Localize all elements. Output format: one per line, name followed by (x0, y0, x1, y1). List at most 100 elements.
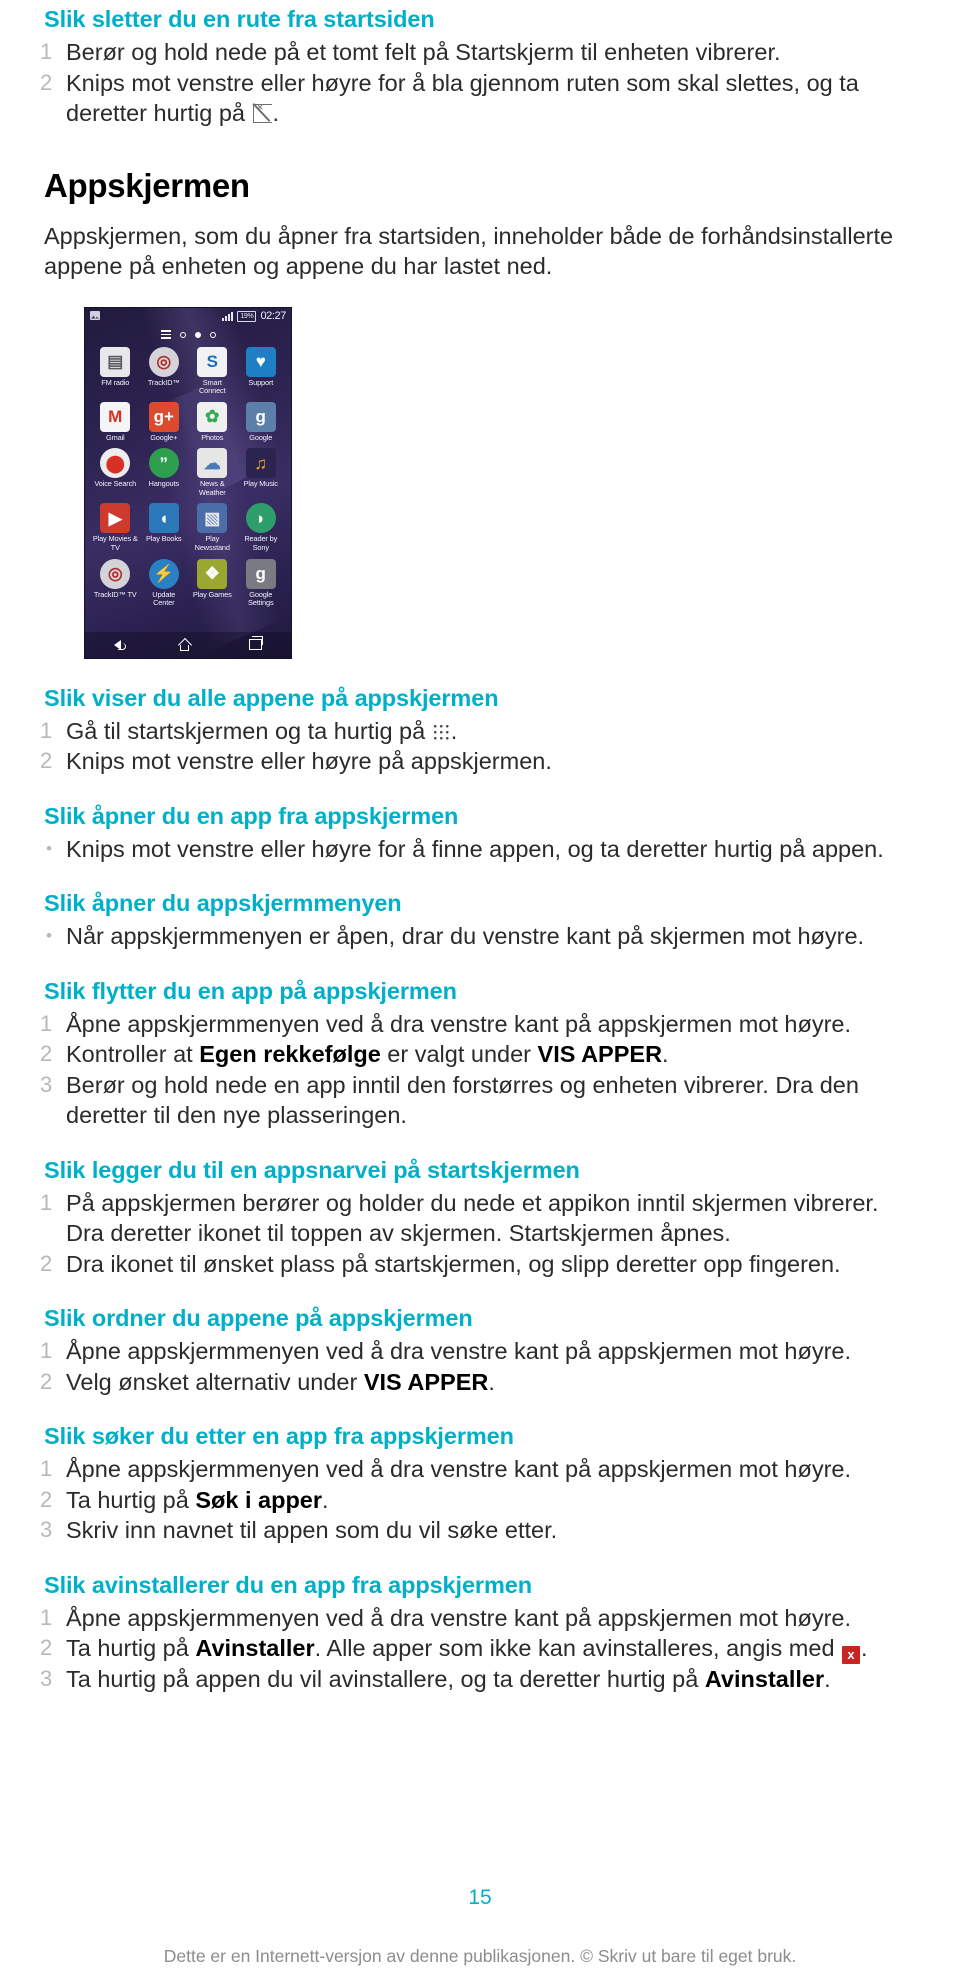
step-text-post: . (272, 100, 280, 126)
app-cell[interactable]: ⬤ Voice Search (91, 448, 140, 497)
step-item: 2 Knips mot venstre eller høyre på appsk… (40, 746, 920, 777)
section-heading: Slik viser du alle appene på appskjermen (44, 684, 499, 711)
app-cell[interactable]: M Gmail (91, 401, 140, 443)
app-label: Gmail (105, 432, 125, 442)
app-icon[interactable]: S (197, 346, 228, 377)
step-text-post: . (322, 1486, 329, 1513)
app-icon[interactable]: ◎ (148, 346, 179, 377)
section-heading: Slik flytter du en app på appskjermen (44, 977, 457, 1004)
app-icon[interactable]: ⬤ (100, 448, 131, 479)
emphasis-term: Søk i apper (195, 1486, 323, 1513)
emphasis-term: Avinstaller (704, 1666, 825, 1692)
section-heading: Slik åpner du appskjermmenyen (44, 890, 402, 916)
app-label: Reader by Sony (244, 534, 278, 553)
pager-dot-active[interactable] (194, 331, 201, 338)
phone-nav-bar (85, 631, 291, 658)
hamburger-icon[interactable] (160, 330, 171, 339)
step-item: 1 Berør og hold nede på et tomt felt på … (40, 37, 920, 68)
step-text: Berør og hold nede på et tomt felt på St… (66, 39, 781, 65)
step-item: 3 Skriv inn navnet til appen som du vil … (40, 1515, 920, 1546)
app-icon[interactable]: ◎ (100, 558, 131, 589)
app-icon[interactable]: ☁ (197, 448, 228, 479)
app-icon[interactable]: ⚡ (148, 558, 179, 589)
app-cell[interactable]: ❖ Play Games (188, 558, 237, 608)
section-heading: Slik åpner du en app fra appskjermen (44, 802, 459, 829)
app-icon[interactable]: g (245, 401, 276, 432)
app-icon[interactable]: ▶ (100, 503, 131, 534)
step-text: Knips mot venstre eller høyre for å bla … (66, 68, 920, 129)
app-icon[interactable]: M (100, 401, 131, 432)
app-cell[interactable]: S Smart Connect (188, 346, 237, 396)
app-icon[interactable]: ♫ (245, 448, 276, 479)
photo-icon (90, 310, 100, 322)
app-label: News & Weather (198, 479, 226, 497)
step-marker: 1 (40, 1010, 53, 1036)
step-item: 2 Dra ikonet til ønsket plass på startsk… (40, 1249, 920, 1280)
step-text-post: . (824, 1666, 831, 1692)
step-marker: 2 (40, 1635, 53, 1660)
app-cell[interactable]: ♫ Play Music (237, 448, 286, 497)
app-cell[interactable]: ◖ Play Books (140, 503, 189, 552)
app-icon[interactable]: ♥ (245, 346, 276, 377)
step-marker: 2 (40, 748, 53, 773)
pager-dot[interactable] (209, 331, 216, 338)
app-cell[interactable]: ▤ FM radio (91, 346, 140, 396)
app-cell[interactable]: ◎ TrackID™ (140, 346, 189, 396)
app-label: Google Settings (247, 589, 274, 608)
app-icon[interactable]: g (245, 558, 276, 589)
step-text-post: . (488, 1368, 495, 1395)
home-icon[interactable] (178, 639, 191, 651)
app-cell[interactable]: g+ Google+ (140, 401, 189, 443)
app-cell[interactable]: g Google Settings (237, 558, 286, 608)
app-icon[interactable]: ✿ (197, 401, 228, 432)
step-text: Knips mot venstre eller høyre for å finn… (66, 835, 884, 862)
step-list: 1 Åpne appskjermmenyen ved å dra venstre… (40, 1454, 920, 1546)
app-icon[interactable]: ❖ (197, 558, 228, 589)
step-text: Dra ikonet til ønsket plass på startskje… (66, 1250, 841, 1277)
section-vis-alle-apper: Slik viser du alle appene på appskjermen… (40, 685, 920, 777)
signal-bars-icon (222, 311, 234, 321)
step-text: Gå til startskjermen og ta hurtig på . (66, 716, 920, 747)
app-icon[interactable]: ◗ (245, 503, 276, 534)
app-cell[interactable]: g Google (237, 401, 286, 443)
back-icon[interactable] (113, 639, 126, 650)
app-cell[interactable]: ◗ Reader by Sony (237, 503, 286, 552)
step-item: 1 Åpne appskjermmenyen ved å dra venstre… (40, 1454, 920, 1485)
step-text-pre: Ta hurtig på appen du vil avinstallere, … (66, 1666, 705, 1692)
step-list: 1 Åpne appskjermmenyen ved å dra venstre… (40, 1009, 920, 1131)
app-cell[interactable]: ☁ News & Weather (188, 448, 237, 497)
app-label: Play Games (192, 589, 232, 599)
app-icon[interactable]: ” (148, 448, 179, 479)
step-text: Velg ønsket alternativ under VIS APPER. (66, 1367, 920, 1398)
app-icon[interactable]: ◖ (148, 503, 179, 534)
red-x-icon: x (842, 1646, 861, 1664)
step-text: Åpne appskjermmenyen ved å dra venstre k… (66, 1456, 852, 1482)
app-cell[interactable]: ” Hangouts (140, 448, 189, 497)
remove-panel-icon (252, 98, 272, 123)
battery-indicator: 19% (237, 310, 257, 322)
step-text-pre: Ta hurtig på (66, 1635, 196, 1661)
app-icon[interactable]: ▤ (100, 346, 131, 377)
step-text-post: . (662, 1041, 669, 1067)
section-heading: Slik ordner du appene på appskjermen (44, 1305, 473, 1331)
app-cell[interactable]: ▶ Play Movies & TV (91, 503, 140, 552)
app-label: Play Movies & TV (92, 534, 138, 553)
step-item: • Når appskjermmenyen er åpen, drar du v… (40, 921, 920, 952)
section-apne-app: Slik åpner du en app fra appskjermen • K… (40, 803, 920, 865)
app-cell[interactable]: ◎ TrackID™ TV (91, 558, 140, 608)
section-legg-til-snarvei: Slik legger du til en appsnarvei på star… (40, 1157, 920, 1280)
app-cell[interactable]: ✿ Photos (188, 401, 237, 443)
app-cell[interactable]: ▧ Play Newsstand (188, 503, 237, 552)
app-icon[interactable]: ▧ (197, 503, 228, 534)
app-icon[interactable]: g+ (148, 401, 179, 432)
pager-dot[interactable] (179, 331, 186, 338)
page-title: Appskjermen (44, 166, 250, 204)
recent-apps-icon[interactable] (249, 636, 264, 650)
step-list: 1 Gå til startskjermen og ta hurtig på .… (40, 716, 920, 777)
section-sok-app: Slik søker du etter en app fra appskjerm… (40, 1423, 920, 1546)
app-cell[interactable]: ⚡ Update Center (140, 558, 189, 608)
app-cell[interactable]: ♥ Support (237, 346, 286, 396)
section-heading: Slik søker du etter en app fra appskjerm… (44, 1423, 514, 1449)
app-grid: ▤ FM radio ◎ TrackID™ S Smart Connect ♥ Support… (85, 343, 291, 608)
step-marker: • (46, 926, 52, 945)
